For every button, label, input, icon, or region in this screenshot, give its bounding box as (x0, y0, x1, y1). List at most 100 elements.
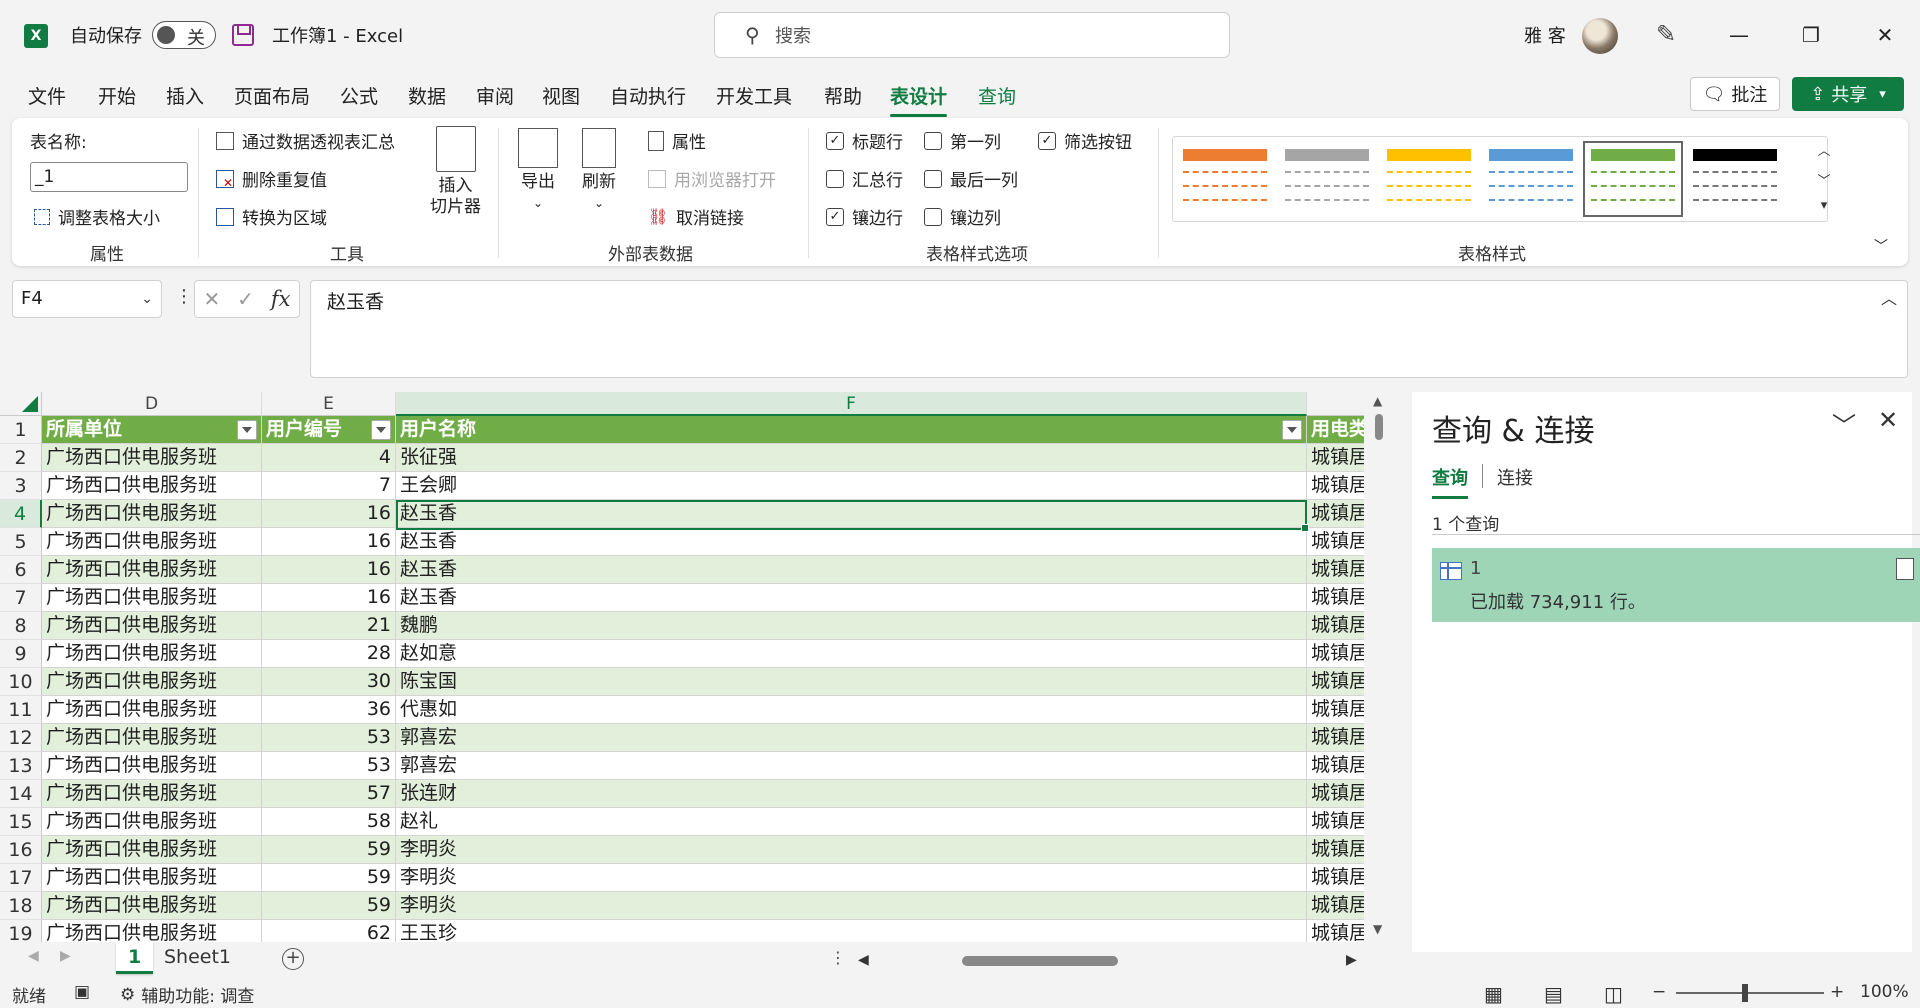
designer-pen-icon[interactable]: ✎ (1656, 20, 1676, 48)
cell-user-id[interactable]: 59 (262, 836, 396, 864)
zoom-slider-track[interactable] (1676, 992, 1824, 994)
properties-button[interactable]: 属性 (648, 128, 706, 153)
table-header-cell[interactable]: 用电类 (1307, 416, 1364, 444)
cell-user-name[interactable]: 赵玉香 (396, 556, 1307, 584)
refresh-button[interactable]: 刷新 ⌄ (582, 128, 616, 214)
cell-unit[interactable]: 广场西口供电服务班 (42, 556, 262, 584)
export-button[interactable]: 导出 ⌄ (518, 128, 558, 214)
insert-function-icon[interactable]: fx (271, 287, 291, 311)
cell-usage-type[interactable]: 城镇居 (1307, 864, 1364, 892)
cell-user-id[interactable]: 30 (262, 668, 396, 696)
unlink-button[interactable]: ⛓ 取消链接 (648, 204, 744, 230)
cell-unit[interactable]: 广场西口供电服务班 (42, 500, 262, 528)
cell-user-id[interactable]: 16 (262, 528, 396, 556)
tab-query[interactable]: 查询 (978, 82, 1016, 109)
pane-options-icon[interactable]: ﹀ (1832, 406, 1856, 441)
tab-home[interactable]: 开始 (98, 82, 136, 109)
filter-dropdown-icon[interactable] (371, 420, 391, 440)
cell-user-id[interactable]: 7 (262, 472, 396, 500)
row-header[interactable]: 3 (0, 472, 42, 500)
cell-user-id[interactable]: 4 (262, 444, 396, 472)
cell-user-name[interactable]: 赵礼 (396, 808, 1307, 836)
table-style-orange[interactable] (1179, 145, 1271, 213)
vertical-scrollbar[interactable]: ▲ ▼ (1368, 392, 1390, 942)
close-button[interactable]: ✕ (1850, 0, 1920, 70)
accessibility-button[interactable]: ⚙ 辅助功能: 调查 (120, 982, 254, 1008)
row-header[interactable]: 12 (0, 724, 42, 752)
cell-user-name[interactable]: 赵如意 (396, 640, 1307, 668)
cell-user-name[interactable]: 郭喜宏 (396, 752, 1307, 780)
cell-unit[interactable]: 广场西口供电服务班 (42, 892, 262, 920)
cell-usage-type[interactable]: 城镇居 (1307, 892, 1364, 920)
cell-usage-type[interactable]: 城镇居 (1307, 500, 1364, 528)
avatar[interactable] (1582, 18, 1618, 54)
formula-input[interactable]: 赵玉香 ︿ (310, 280, 1908, 378)
minimize-button[interactable]: — (1704, 0, 1774, 70)
cell-user-id[interactable]: 16 (262, 500, 396, 528)
more-icon[interactable]: ⋮ (830, 948, 846, 967)
first-column-checkbox[interactable]: 第一列 (924, 128, 1001, 153)
row-header[interactable]: 5 (0, 528, 42, 556)
table-name-input[interactable]: _1 (30, 162, 188, 192)
comment-button[interactable]: 🗨 批注 (1690, 77, 1780, 111)
tab-queries[interactable]: 查询 (1432, 464, 1468, 499)
row-header[interactable]: 2 (0, 444, 42, 472)
zoom-out-button[interactable]: − (1652, 982, 1666, 1002)
cell-user-id[interactable]: 57 (262, 780, 396, 808)
remove-duplicates-button[interactable]: ✕ 删除重复值 (216, 166, 327, 191)
tab-file[interactable]: 文件 (28, 82, 66, 109)
cell-user-id[interactable]: 58 (262, 808, 396, 836)
sheet-tab-sheet1[interactable]: Sheet1 (152, 942, 243, 974)
gallery-up-icon[interactable]: ︿ (1814, 140, 1834, 159)
row-header[interactable]: 15 (0, 808, 42, 836)
more-options-icon[interactable]: ⋮ (175, 286, 193, 307)
cell-usage-type[interactable]: 城镇居 (1307, 724, 1364, 752)
cell-unit[interactable]: 广场西口供电服务班 (42, 836, 262, 864)
cell-usage-type[interactable]: 城镇居 (1307, 528, 1364, 556)
refresh-query-icon[interactable] (1896, 558, 1914, 580)
cell-user-name[interactable]: 赵玉香 (396, 584, 1307, 612)
banded-columns-checkbox[interactable]: 镶边列 (924, 204, 1001, 229)
vertical-scroll-thumb[interactable] (1375, 414, 1383, 440)
tab-data[interactable]: 数据 (408, 82, 446, 109)
cell-usage-type[interactable]: 城镇居 (1307, 780, 1364, 808)
prev-sheet-icon[interactable]: ◀ (28, 948, 39, 964)
cell-user-name[interactable]: 赵玉香 (396, 500, 1307, 528)
select-all-corner[interactable] (0, 392, 42, 416)
horizontal-scroll-thumb[interactable] (962, 956, 1118, 966)
table-header-cell[interactable]: 所属单位 (42, 416, 262, 444)
tab-view[interactable]: 视图 (542, 82, 580, 109)
row-header[interactable]: 18 (0, 892, 42, 920)
autosave-toggle[interactable]: 关 (152, 21, 216, 49)
scroll-left-icon[interactable]: ◀ (858, 952, 869, 968)
confirm-icon[interactable]: ✓ (237, 287, 254, 311)
cell-user-id[interactable]: 36 (262, 696, 396, 724)
table-style-blue[interactable] (1485, 145, 1577, 213)
search-input[interactable]: ⚲ 搜索 (714, 12, 1230, 58)
cell-unit[interactable]: 广场西口供电服务班 (42, 668, 262, 696)
filter-dropdown-icon[interactable] (237, 420, 257, 440)
cell-user-id[interactable]: 21 (262, 612, 396, 640)
cell-user-name[interactable]: 张连财 (396, 780, 1307, 808)
scroll-up-icon[interactable]: ▲ (1373, 394, 1382, 408)
filter-dropdown-icon[interactable] (1282, 420, 1302, 440)
row-header[interactable]: 16 (0, 836, 42, 864)
next-sheet-icon[interactable]: ▶ (60, 948, 71, 964)
cell-user-id[interactable]: 59 (262, 864, 396, 892)
cell-user-name[interactable]: 陈宝国 (396, 668, 1307, 696)
row-header[interactable]: 6 (0, 556, 42, 584)
cell-user-name[interactable]: 李明炎 (396, 892, 1307, 920)
table-header-cell[interactable]: 用户编号 (262, 416, 396, 444)
cell-user-name[interactable]: 王会卿 (396, 472, 1307, 500)
normal-view-icon[interactable]: ▦ (1484, 982, 1503, 1006)
cell-usage-type[interactable]: 城镇居 (1307, 808, 1364, 836)
cell-user-id[interactable]: 28 (262, 640, 396, 668)
column-header-d[interactable]: D (42, 392, 262, 416)
gallery-down-icon[interactable]: ﹀ (1814, 170, 1834, 189)
tab-table-design[interactable]: 表设计 (890, 82, 948, 117)
zoom-slider-knob[interactable] (1742, 984, 1748, 1002)
restore-button[interactable]: ❐ (1776, 0, 1846, 70)
collapse-formula-icon[interactable]: ︿ (1881, 285, 1897, 309)
total-row-checkbox[interactable]: 汇总行 (826, 166, 903, 191)
zoom-in-button[interactable]: + (1830, 982, 1844, 1002)
